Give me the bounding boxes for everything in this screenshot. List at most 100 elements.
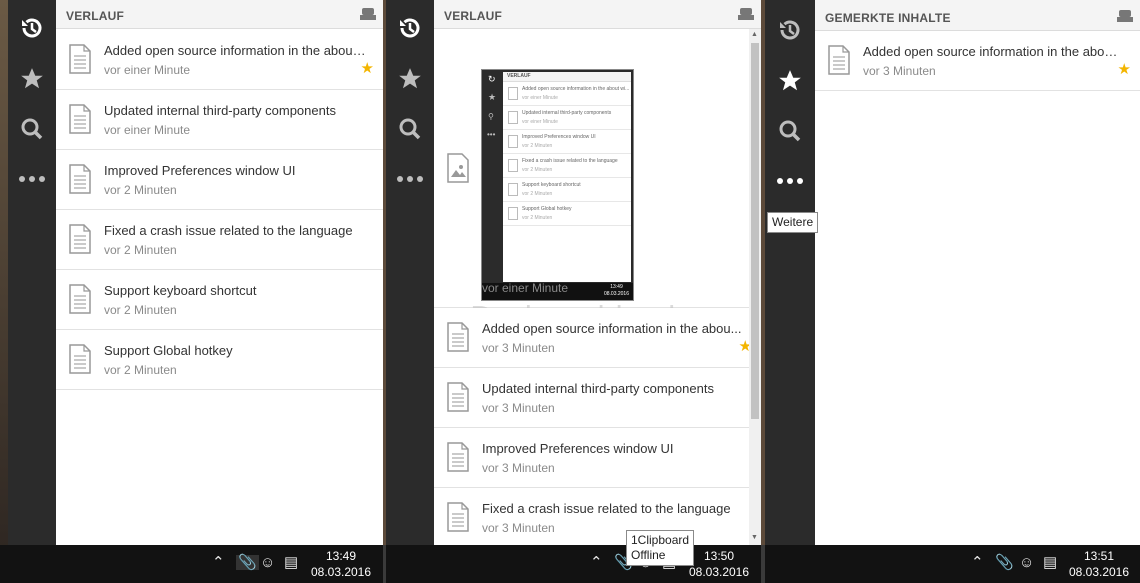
search-icon <box>399 118 421 140</box>
clock-date: 08.03.2016 <box>688 565 750 579</box>
thumb-item-title: Support Global hotkey <box>522 206 572 212</box>
paperclip-icon[interactable]: 📎 <box>236 555 259 570</box>
panel-title: VERLAUF <box>66 9 125 23</box>
list-item[interactable]: Support keyboard shortcut vor 2 Minuten <box>56 270 383 330</box>
panel-header: GEMERKTE INHALTE <box>815 0 1140 31</box>
panel-header: VERLAUF <box>434 0 761 29</box>
document-icon <box>508 87 518 100</box>
collapse-icon[interactable] <box>359 7 377 21</box>
thumb-item-title: Support keyboard shortcut <box>522 182 581 188</box>
favorites-button[interactable] <box>8 55 56 103</box>
star-icon[interactable]: ★ <box>361 61 374 76</box>
more-button[interactable] <box>8 155 56 203</box>
thumb-list-item: Improved Preferences window UI vor 2 Minu… <box>503 130 631 154</box>
search-button[interactable] <box>386 105 434 153</box>
document-icon <box>447 442 469 472</box>
thumb-item-time: vor einer Minute <box>522 95 558 101</box>
message-icon[interactable]: ▤ <box>284 555 298 570</box>
thumb-item-title: Updated internal third-party components <box>522 110 612 116</box>
document-icon <box>69 224 91 254</box>
search-button[interactable] <box>8 105 56 153</box>
content-area: VERLAUF Added open source information in… <box>56 0 383 545</box>
document-icon <box>508 159 518 172</box>
thumb-list-item: Added open source information in the abo… <box>503 82 631 106</box>
favorites-button[interactable] <box>765 57 815 105</box>
thumb-sidebar: ↻ ★ ⚲ ••• <box>482 70 503 282</box>
sidebar <box>765 0 815 545</box>
star-icon <box>21 68 43 89</box>
clock[interactable]: 13:51 08.03.2016 <box>1065 548 1133 580</box>
history-button[interactable] <box>8 4 56 52</box>
emoji-icon[interactable]: ☺ <box>260 555 275 570</box>
star-icon <box>779 70 801 91</box>
item-title: Updated internal third-party components <box>104 103 336 118</box>
more-button[interactable] <box>386 155 434 203</box>
document-icon <box>828 45 850 75</box>
scroll-down-icon[interactable]: ▼ <box>751 534 758 541</box>
search-button[interactable] <box>765 107 815 155</box>
document-icon <box>69 344 91 374</box>
list-item[interactable]: Improved Preferences window UI vor 3 Minu… <box>434 428 761 488</box>
chevron-up-icon[interactable]: ⌃ <box>971 555 984 570</box>
desktop-background <box>0 0 8 583</box>
more-icon <box>19 176 45 182</box>
more-icon <box>397 176 423 182</box>
item-title: Support Global hotkey <box>104 343 233 358</box>
image-document-icon <box>447 153 469 183</box>
more-tooltip: Weitere <box>767 212 819 233</box>
taskbar: ⌃ 📎 ☺ ▤ 13:51 08.03.2016 <box>765 545 1140 583</box>
list-item[interactable]: Updated internal third-party components v… <box>56 90 383 150</box>
list-item[interactable]: Support Global hotkey vor 2 Minuten <box>56 330 383 390</box>
item-time: vor 3 Minuten <box>482 401 555 415</box>
item-time: vor einer Minute <box>104 63 191 77</box>
paperclip-icon[interactable]: 📎 <box>995 555 1014 570</box>
history-button[interactable] <box>765 6 815 54</box>
list-item[interactable]: Added open source information in the abo… <box>434 308 761 368</box>
panel-header: VERLAUF <box>56 0 383 29</box>
message-icon[interactable]: ▤ <box>1043 555 1057 570</box>
list-item[interactable]: Fixed a crash issue related to the langu… <box>56 210 383 270</box>
star-icon: ★ <box>488 92 497 102</box>
star-icon[interactable]: ★ <box>1118 62 1131 77</box>
thumb-item-title: Fixed a crash issue related to the langu… <box>522 158 618 164</box>
more-button[interactable] <box>765 157 815 205</box>
document-icon <box>69 164 91 194</box>
list-item[interactable]: Updated internal third-party components v… <box>434 368 761 428</box>
list-item[interactable]: Improved Preferences window UI vor 2 Minu… <box>56 150 383 210</box>
history-button[interactable] <box>386 4 434 52</box>
item-time: vor 3 Minuten <box>482 461 555 475</box>
search-icon: ⚲ <box>488 112 494 121</box>
clock[interactable]: 13:50 08.03.2016 <box>686 548 752 580</box>
emoji-icon[interactable]: ☺ <box>1019 555 1034 570</box>
panel-title: VERLAUF <box>444 9 503 23</box>
item-time: vor 2 Minuten <box>104 363 177 377</box>
more-icon: ••• <box>487 130 496 139</box>
list-item[interactable]: Added open source information in the abo… <box>815 31 1140 91</box>
thumb-item-time: vor 2 Minuten <box>522 215 553 221</box>
tooltip-line2: Offline <box>631 548 666 562</box>
scrollbar[interactable]: ▲ ▼ <box>749 29 761 545</box>
scroll-thumb[interactable] <box>751 43 759 419</box>
collapse-icon[interactable] <box>737 7 755 21</box>
tooltip-line1: 1Clipboard <box>631 533 690 547</box>
scroll-up-icon[interactable]: ▲ <box>751 31 758 38</box>
thumb-clock-time: 13:49 <box>610 284 623 290</box>
item-time: vor 3 Minuten <box>482 341 555 355</box>
clock[interactable]: 13:49 08.03.2016 <box>308 548 374 580</box>
chevron-up-icon[interactable]: ⌃ <box>212 555 225 570</box>
panel-gemerkt: GEMERKTE INHALTE Added open source infor… <box>765 0 1140 545</box>
clock-date: 08.03.2016 <box>310 565 372 579</box>
favorites-button[interactable] <box>386 55 434 103</box>
thumb-clock: 13:49 08.03.2016 <box>604 284 629 298</box>
image-clip-item[interactable]: ↻ ★ ⚲ ••• VERLAUF Added open source info… <box>434 29 761 336</box>
document-icon <box>508 111 518 124</box>
list-item[interactable]: Added open source information in the abo… <box>56 30 383 90</box>
chevron-up-icon[interactable]: ⌃ <box>590 555 603 570</box>
collapse-icon[interactable] <box>1116 9 1134 23</box>
list-item[interactable]: Fixed a crash issue related to the langu… <box>434 488 761 545</box>
item-title: Support keyboard shortcut <box>104 283 257 298</box>
item-title: Fixed a crash issue related to the langu… <box>104 223 353 238</box>
image-thumbnail: ↻ ★ ⚲ ••• VERLAUF Added open source info… <box>481 69 634 301</box>
thumb-item-title: Improved Preferences window UI <box>522 134 596 140</box>
document-icon <box>447 502 469 532</box>
